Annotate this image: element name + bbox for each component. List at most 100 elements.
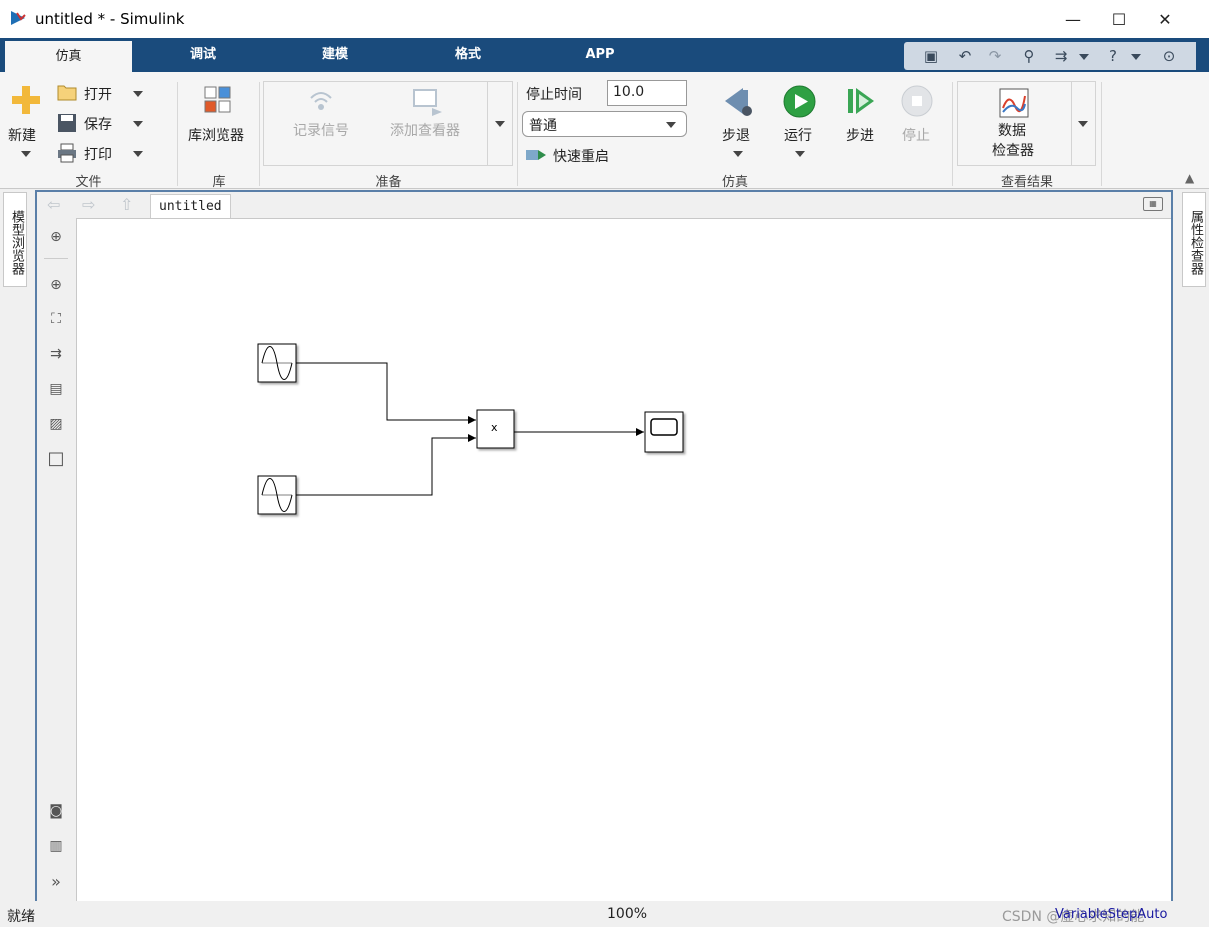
chevron-down-icon[interactable] — [1131, 54, 1141, 60]
chevron-down-icon[interactable] — [133, 151, 143, 157]
section-label-prepare: 准备 — [375, 175, 402, 190]
forward-arrow-icon[interactable]: ⇨ — [82, 195, 95, 214]
run-icon[interactable] — [783, 85, 816, 118]
stop-time-label: 停止时间 — [526, 87, 582, 103]
status-text: 就绪 — [7, 909, 35, 925]
data-inspector-line1[interactable]: 数据 — [998, 120, 1026, 140]
zoom-icon[interactable]: ⊕ — [45, 274, 67, 296]
undo-icon[interactable]: ↶ — [954, 46, 976, 66]
sine-wave-block-1[interactable] — [257, 343, 297, 383]
tab-simulation[interactable]: 仿真 — [5, 41, 132, 72]
fast-restart-icon[interactable] — [525, 146, 547, 164]
help-icon[interactable]: ? — [1102, 46, 1124, 66]
run-button[interactable]: 运行 — [784, 125, 812, 145]
close-button[interactable]: ✕ — [1142, 0, 1188, 38]
model-canvas[interactable]: x — [76, 218, 1171, 901]
save-disk-icon — [58, 114, 76, 132]
stop-time-input[interactable]: 10.0 — [607, 80, 687, 106]
chevron-down-icon[interactable] — [1079, 54, 1089, 60]
tab-apps[interactable]: APP — [535, 38, 665, 72]
simulation-mode-value: 普通 — [529, 118, 557, 134]
chevron-down-icon[interactable] — [795, 151, 805, 157]
area-icon[interactable]: □ — [45, 448, 67, 470]
chevron-down-icon[interactable] — [21, 151, 31, 157]
chevron-down-icon — [666, 122, 676, 128]
step-forward-button[interactable]: 步进 — [846, 125, 874, 145]
divider — [1071, 82, 1072, 165]
log-signals-icon[interactable] — [306, 88, 336, 116]
section-label-file: 文件 — [75, 175, 102, 190]
sine-wave-block-2[interactable] — [257, 475, 297, 515]
status-bar: 就绪 100% CSDN @虚心求知的能 VariableStepAuto — [0, 903, 1209, 927]
divider — [487, 82, 488, 165]
solver-link[interactable]: VariableStepAuto — [1055, 907, 1167, 922]
step-forward-icon[interactable] — [845, 85, 877, 117]
add-viewer-icon[interactable] — [412, 88, 444, 116]
gallery-expand-icon[interactable] — [1078, 121, 1088, 127]
window-title: untitled * - Simulink — [35, 10, 185, 28]
section-label-library: 库 — [212, 175, 226, 190]
quick-access-toolbar: ▣ ↶ ↷ ⚲ ⇉ ? ⊙ — [904, 42, 1196, 70]
keyboard-icon[interactable]: ▦ — [1143, 197, 1163, 211]
fast-restart-button[interactable]: 快速重启 — [553, 146, 609, 166]
chevron-down-icon[interactable] — [133, 91, 143, 97]
collapse-ribbon-icon[interactable]: ⊙ — [1158, 46, 1180, 66]
editor-nav-bar: ⇦ ⇨ ⇧ untitled ▦ — [37, 192, 1171, 218]
fit-to-view-icon[interactable]: ⛶ — [45, 308, 67, 330]
section-label-simulate: 仿真 — [721, 175, 748, 190]
collapse-ribbon-button[interactable]: ▲ — [1185, 171, 1194, 185]
tab-format[interactable]: 格式 — [403, 38, 533, 72]
zoom-level[interactable]: 100% — [607, 906, 647, 922]
title-bar: untitled * - Simulink — ☐ ✕ — [0, 0, 1209, 38]
divider — [44, 258, 68, 259]
print-button[interactable]: 打印 — [84, 144, 112, 164]
expand-toolbar-icon[interactable]: » — [45, 871, 67, 893]
open-button[interactable]: 打开 — [84, 84, 112, 104]
signal-routing-icon[interactable]: ⇉ — [45, 343, 67, 365]
step-back-icon[interactable] — [721, 85, 755, 119]
breadcrumb[interactable]: untitled — [150, 194, 231, 218]
property-inspector-tab[interactable]: 属性检查器 — [1182, 192, 1206, 287]
chevron-down-icon[interactable] — [733, 151, 743, 157]
up-arrow-icon[interactable]: ⇧ — [120, 195, 133, 214]
search-icon[interactable]: ⚲ — [1018, 46, 1040, 66]
gallery-expand-icon[interactable] — [495, 121, 505, 127]
shortcut-icon[interactable]: ⇉ — [1050, 46, 1072, 66]
signal-line-1 — [296, 362, 476, 424]
stop-button[interactable]: 停止 — [902, 125, 930, 145]
tab-debug[interactable]: 调试 — [138, 38, 268, 72]
ribbon: 新建 打开 保存 打印 文件 库浏览器 库 记录信号 添加查看器 准备 停止时间… — [0, 72, 1209, 190]
back-arrow-icon[interactable]: ⇦ — [47, 195, 60, 214]
product-block-label: x — [491, 421, 498, 434]
data-inspector-icon[interactable] — [999, 88, 1029, 118]
tab-modeling[interactable]: 建模 — [270, 38, 400, 72]
maximize-button[interactable]: ☐ — [1096, 0, 1142, 38]
model-browser-tab[interactable]: 模型浏览器 — [3, 192, 27, 287]
print-icon — [58, 143, 76, 163]
save-button[interactable]: 保存 — [84, 114, 112, 134]
divider — [1101, 82, 1102, 186]
annotation-icon[interactable]: ▤ — [45, 378, 67, 400]
scope-block[interactable] — [644, 411, 684, 453]
new-model-icon[interactable] — [10, 84, 42, 116]
model-editor: ⇦ ⇨ ⇧ untitled ▦ ⊕ ⊕ ⛶ ⇉ ▤ ▨ □ ◙ ▥ » x — [35, 190, 1173, 901]
library-browser-icon[interactable] — [204, 86, 232, 114]
save-icon[interactable]: ▣ — [920, 46, 942, 66]
camera-icon[interactable]: ◙ — [45, 800, 67, 822]
redo-icon[interactable]: ↷ — [984, 46, 1006, 66]
section-label-review: 查看结果 — [1000, 175, 1053, 190]
image-icon[interactable]: ▨ — [45, 413, 67, 435]
log-signals-button[interactable]: 记录信号 — [293, 120, 349, 140]
step-back-button[interactable]: 步退 — [722, 125, 750, 145]
property-table-icon[interactable]: ▥ — [45, 835, 67, 857]
library-browser-button[interactable]: 库浏览器 — [188, 125, 244, 145]
add-viewer-button[interactable]: 添加查看器 — [390, 120, 460, 140]
new-button[interactable]: 新建 — [8, 125, 36, 145]
stop-icon[interactable] — [901, 85, 933, 117]
block-diagram — [257, 343, 684, 515]
hide-explorer-icon[interactable]: ⊕ — [45, 226, 67, 248]
minimize-button[interactable]: — — [1050, 0, 1096, 38]
simulation-mode-select[interactable]: 普通 — [522, 111, 687, 137]
chevron-down-icon[interactable] — [133, 121, 143, 127]
data-inspector-line2[interactable]: 检查器 — [992, 140, 1034, 160]
